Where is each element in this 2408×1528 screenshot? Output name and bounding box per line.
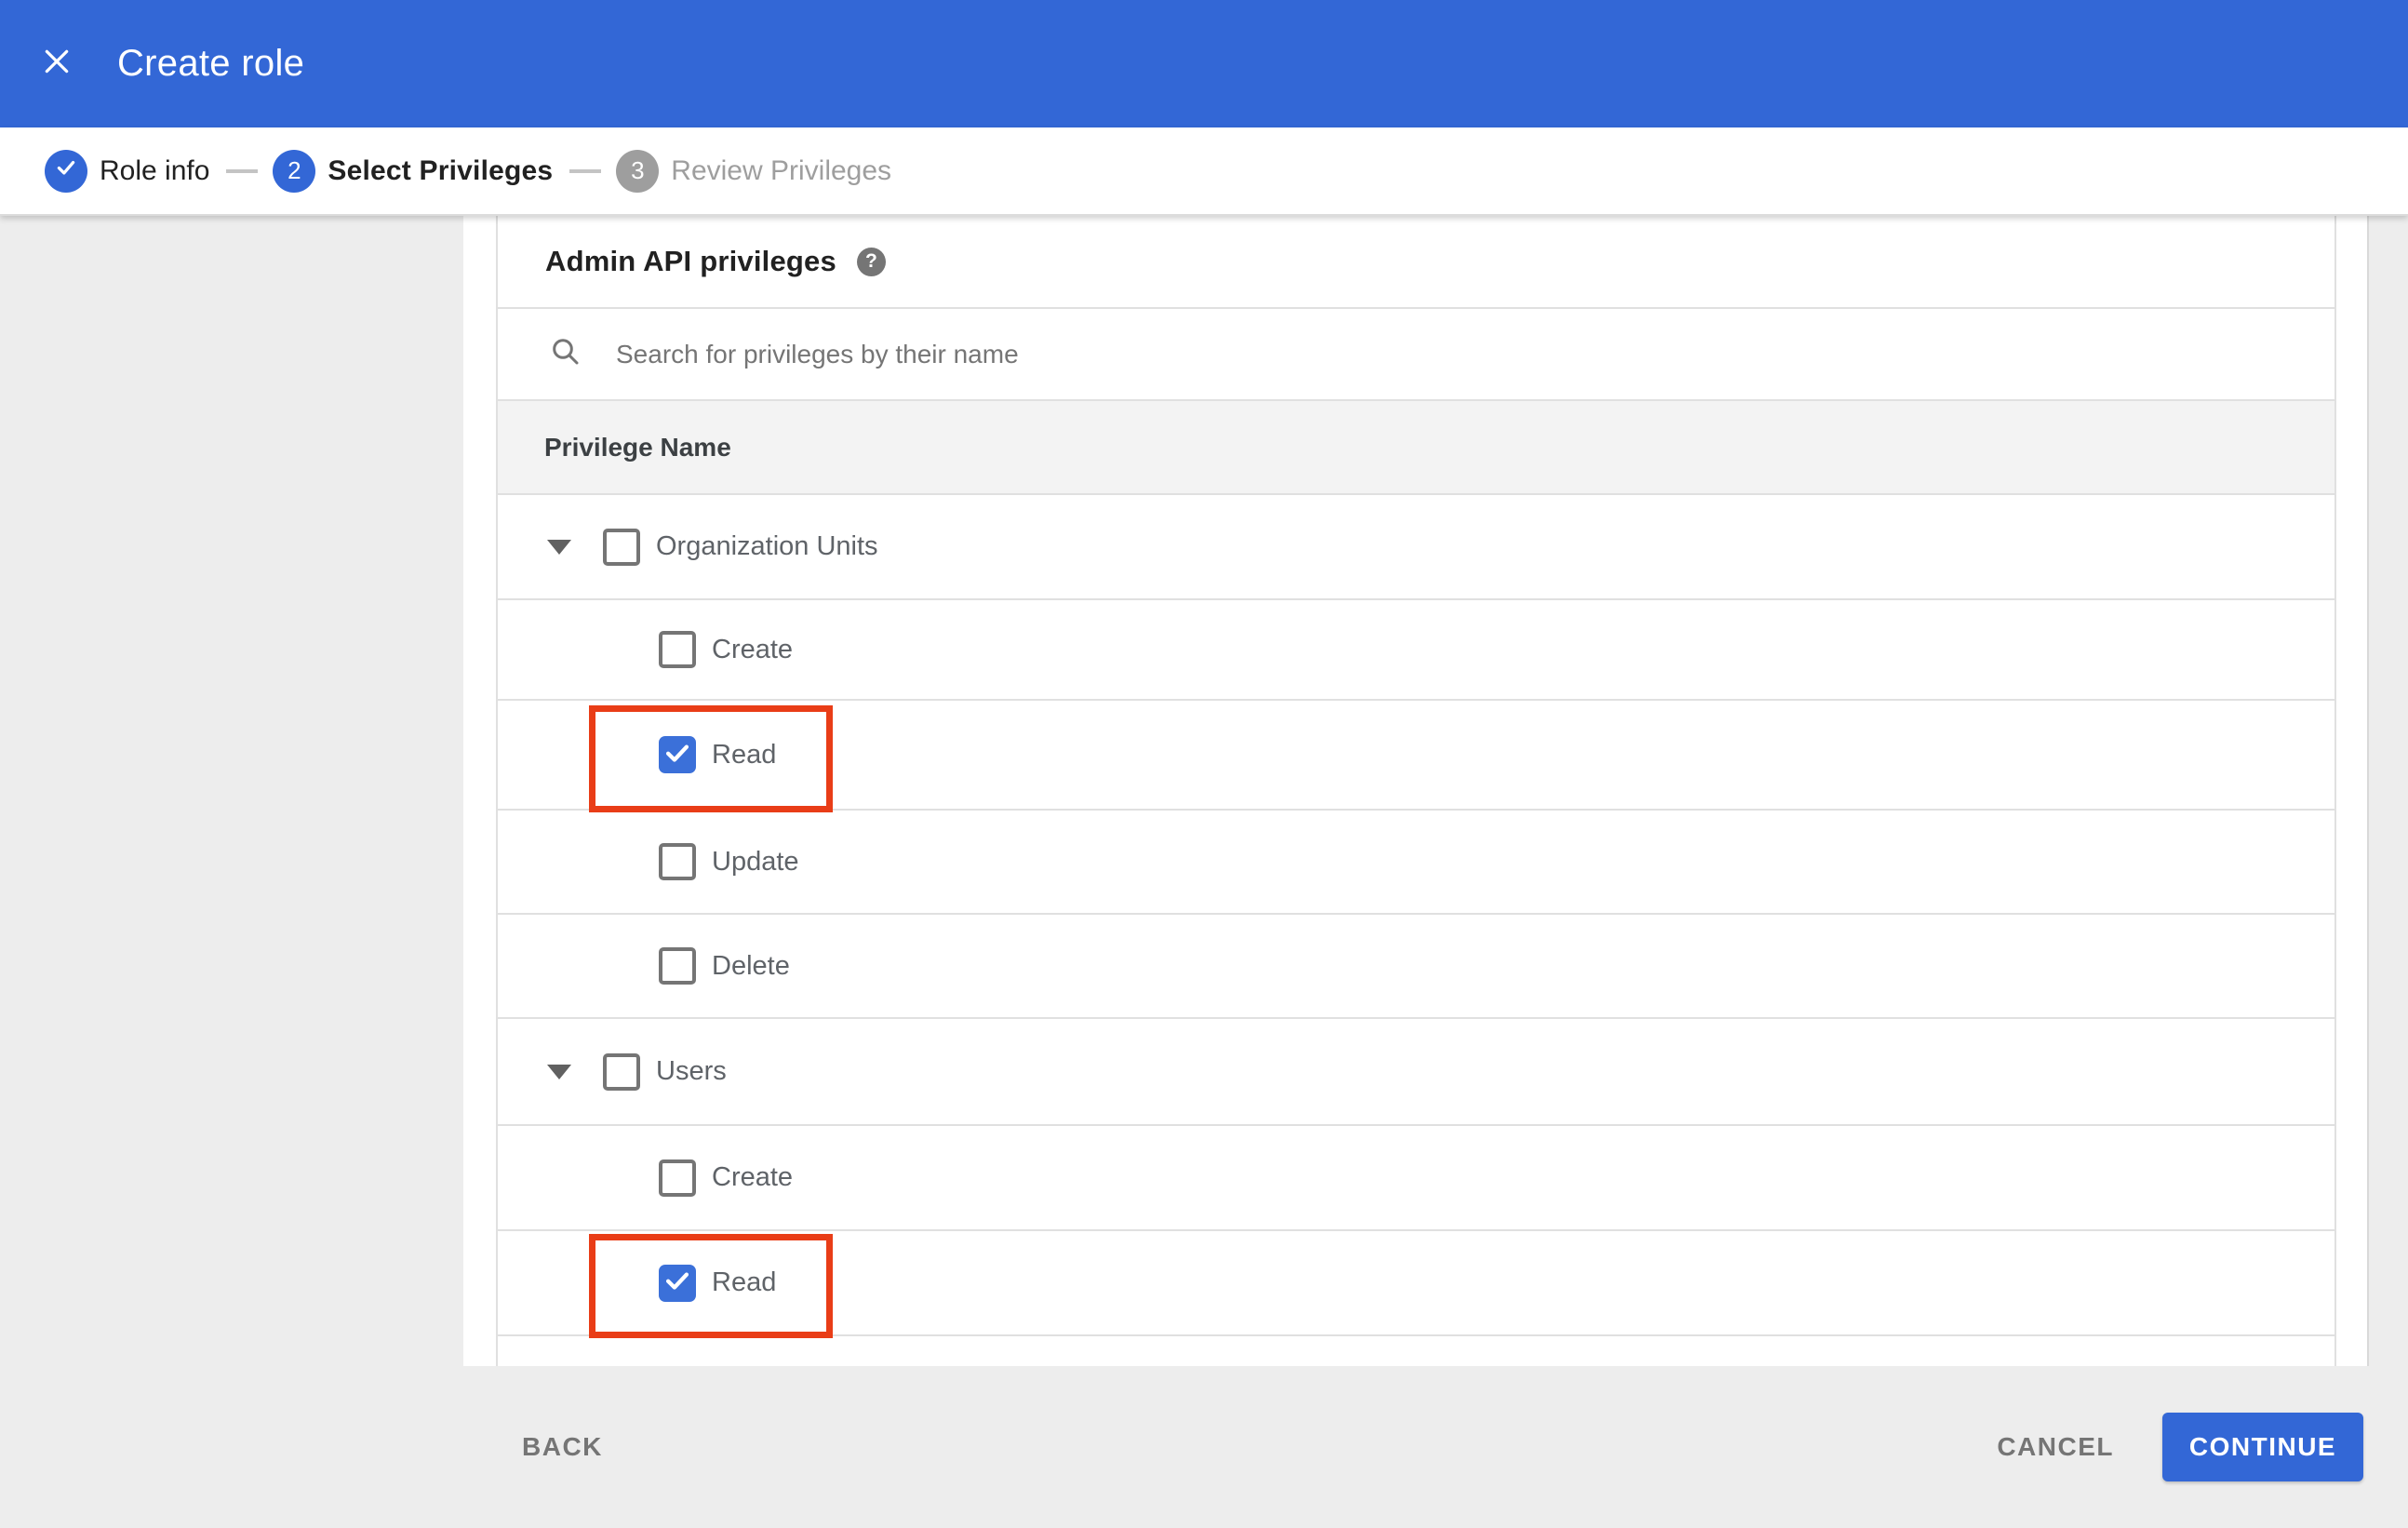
privilege-row-users-create[interactable]: Create: [498, 1124, 2334, 1229]
step-2-circle: 2: [273, 149, 316, 193]
privilege-label: Create: [712, 1162, 794, 1192]
step-select-privileges[interactable]: 2 Select Privileges: [273, 149, 554, 193]
privilege-label: Organization Units: [656, 531, 878, 561]
step-3-circle: 3: [616, 149, 660, 193]
left-background-panel: [0, 216, 463, 1366]
stepper: Role info 2 Select Privileges 3 Review P…: [0, 127, 2408, 216]
privilege-row-orgunits-create[interactable]: Create: [498, 598, 2334, 699]
step-connector: [569, 168, 602, 173]
table-column-header: Privilege Name: [498, 399, 2334, 493]
close-button[interactable]: [41, 48, 73, 80]
privilege-row-orgunits-read[interactable]: Read: [498, 699, 2334, 809]
privileges-card: Admin API privileges ? Privilege Name Or…: [496, 216, 2336, 1366]
continue-button[interactable]: CONTINUE: [2162, 1413, 2363, 1481]
checkbox-orgunits-read[interactable]: [659, 736, 696, 773]
privilege-row-orgunits-update[interactable]: Update: [498, 809, 2334, 913]
privilege-row-users-read[interactable]: Read: [498, 1229, 2334, 1334]
dialog-title: Create role: [117, 43, 305, 84]
checkbox-orgunits-create[interactable]: [659, 631, 696, 668]
step-1-circle: [45, 149, 87, 193]
privilege-label: Create: [712, 634, 794, 664]
search-icon: [549, 335, 582, 373]
privilege-search-row: [498, 307, 2334, 399]
privilege-label: Read: [712, 1267, 777, 1297]
checkbox-users-read[interactable]: [659, 1264, 696, 1302]
privilege-label: Read: [712, 739, 777, 770]
close-icon: [42, 47, 72, 81]
help-icon[interactable]: ?: [856, 247, 886, 276]
check-icon: [662, 737, 693, 773]
check-icon: [662, 1265, 693, 1301]
collapse-arrow-icon[interactable]: [547, 1064, 571, 1079]
create-role-dialog: Create role Role info 2 Select Privilege…: [0, 0, 2408, 1528]
step-connector: [226, 168, 259, 173]
step-1-label: Role info: [100, 154, 210, 186]
step-role-info[interactable]: Role info: [45, 149, 210, 193]
appbar: Create role: [0, 0, 2408, 127]
checkbox-orgunits-update[interactable]: [659, 843, 696, 880]
privilege-label: Update: [712, 846, 799, 877]
clipped-next-row: [498, 1334, 2334, 1366]
privilege-label: Delete: [712, 950, 790, 981]
privilege-row-orgunits-delete[interactable]: Delete: [498, 913, 2334, 1017]
privilege-label: Users: [656, 1056, 727, 1086]
step-review-privileges[interactable]: 3 Review Privileges: [616, 149, 892, 193]
step-3-label: Review Privileges: [671, 154, 892, 186]
step-2-label: Select Privileges: [328, 154, 554, 186]
cancel-button[interactable]: CANCEL: [1997, 1432, 2114, 1462]
search-input[interactable]: [614, 338, 2010, 370]
checkbox-users[interactable]: [603, 1052, 640, 1091]
footer-bar: BACK CANCEL CONTINUE: [0, 1366, 2408, 1528]
column-header-label: Privilege Name: [544, 432, 731, 462]
collapse-arrow-icon[interactable]: [547, 539, 571, 555]
checkbox-users-create[interactable]: [659, 1159, 696, 1197]
check-icon: [54, 155, 78, 186]
footer-actions: CANCEL CONTINUE: [1997, 1413, 2408, 1481]
scrollbar-gutter[interactable]: [2367, 216, 2408, 1366]
back-button[interactable]: BACK: [522, 1432, 603, 1462]
privilege-group-row-organization-units[interactable]: Organization Units: [498, 493, 2334, 598]
card-heading-row: Admin API privileges ?: [498, 216, 2334, 307]
checkbox-organization-units[interactable]: [603, 528, 640, 566]
checkbox-orgunits-delete[interactable]: [659, 947, 696, 985]
privilege-group-row-users[interactable]: Users: [498, 1017, 2334, 1124]
section-title: Admin API privileges: [545, 245, 836, 277]
